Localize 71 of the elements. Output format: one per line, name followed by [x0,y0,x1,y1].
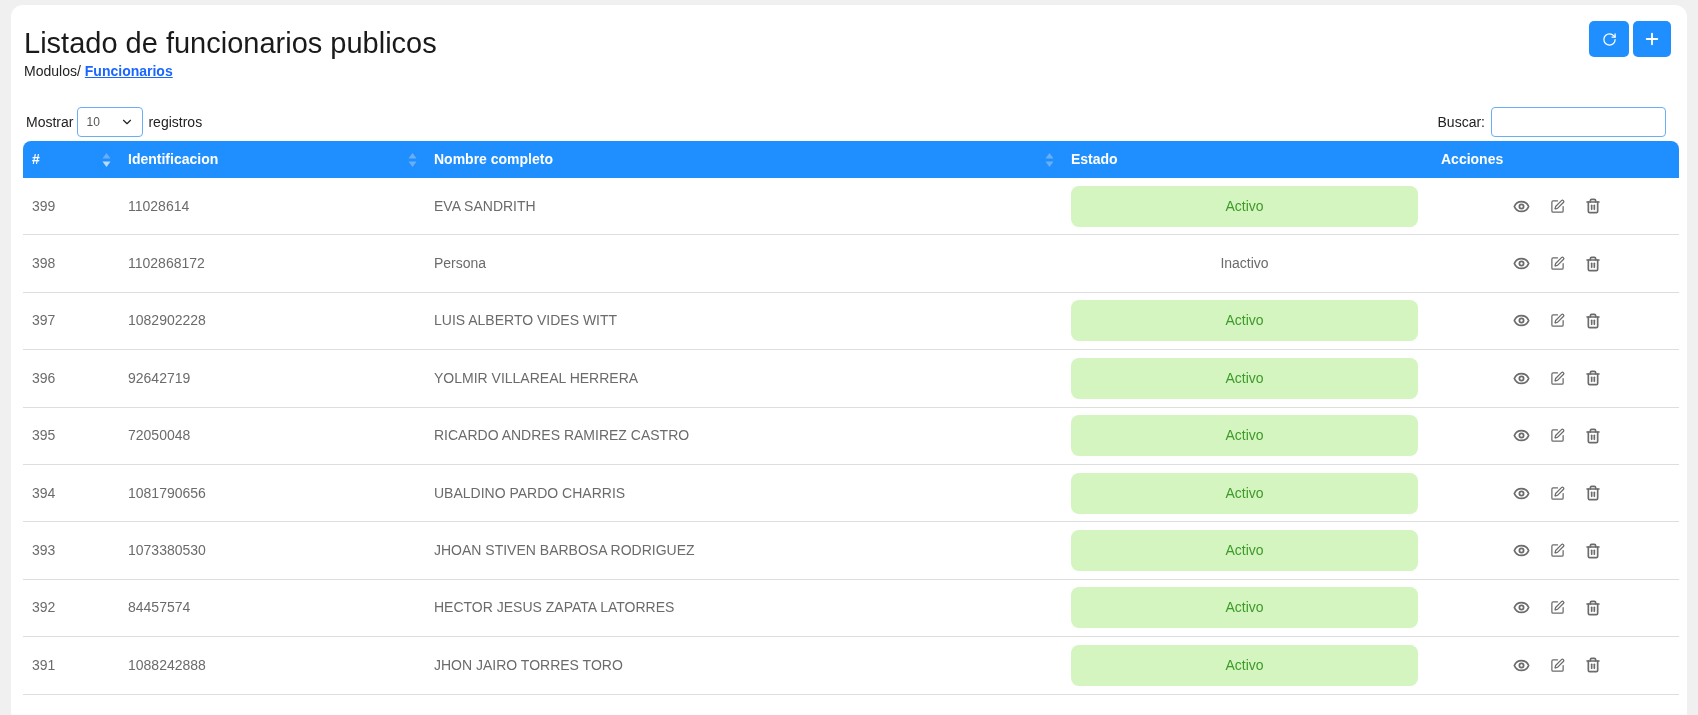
table-cell: EVA SANDRITH [434,197,536,214]
table-cell: 397 [32,312,56,329]
trash-icon[interactable] [1585,542,1601,559]
table-cell: 391 [32,656,56,673]
edit-icon[interactable] [1550,198,1565,214]
table-cell: 398 [32,255,56,272]
table-cell: YOLMIR VILLAREAL HERRERA [434,369,639,386]
page-size-select[interactable]: 10 [77,107,144,137]
table-cell: 1088242888 [128,656,206,673]
edit-icon[interactable] [1550,313,1565,329]
table-cell: 11028614 [128,197,190,214]
edit-icon[interactable] [1550,256,1565,272]
status-badge: Activo [1071,472,1418,514]
edit-icon[interactable] [1550,543,1565,559]
table-cell: LUIS ALBERTO VIDES WITT [434,312,618,329]
table-cell: 396 [32,369,56,386]
edit-icon[interactable] [1550,600,1565,616]
table-cell: UBALDINO PARDO CHARRIS [434,484,626,501]
status-badge: Activo [1071,644,1418,686]
status-text: Inactivo [1219,254,1270,274]
table-cell: JHOAN STIVEN BARBOSA RODRIGUEZ [434,542,695,559]
table-cell: RICARDO ANDRES RAMIREZ CASTRO [434,427,690,444]
records-label: registros [148,112,203,132]
table-cell: 392 [32,599,56,616]
status-badge: Activo [1071,300,1418,342]
edit-icon[interactable] [1550,657,1565,673]
edit-icon[interactable] [1550,485,1565,501]
trash-icon[interactable] [1585,370,1601,387]
status-badge: Activo [1071,185,1418,227]
trash-icon[interactable] [1585,657,1601,674]
edit-icon[interactable] [1550,428,1565,444]
search-label: Buscar: [1437,112,1485,132]
status-badge: Activo [1071,357,1418,399]
table-cell: 394 [32,484,56,501]
trash-icon[interactable] [1585,198,1601,215]
edit-icon[interactable] [1550,370,1565,386]
trash-icon[interactable] [1585,599,1601,616]
search-field[interactable] [1491,107,1666,137]
page-title: Listado de funcionarios publicos [24,26,437,61]
refresh-icon [1601,31,1617,47]
column-header[interactable]: Nombre completo [434,149,553,170]
column-header[interactable]: Identificacion [128,149,219,170]
table-cell: 1082902228 [128,312,206,329]
table-cell: 1073380530 [128,542,206,559]
trash-icon[interactable] [1585,485,1601,502]
column-header: Estado [1071,150,1118,169]
breadcrumb-link[interactable]: Funcionarios [84,61,173,82]
table-cell: 72050048 [128,427,191,444]
table-cell: HECTOR JESUS ZAPATA LATORRES [434,599,675,616]
column-header: Acciones [1441,150,1504,169]
show-label: Mostrar [26,112,74,132]
table-cell: 1081790656 [128,484,206,501]
table-cell: 84457574 [128,599,191,616]
table-cell: JHON JAIRO TORRES TORO [434,656,623,673]
add-button[interactable] [1633,21,1671,57]
status-badge: Activo [1071,530,1418,572]
table-cell: 395 [32,427,56,444]
column-header[interactable]: # [32,149,40,170]
trash-icon[interactable] [1585,312,1601,329]
table-cell: 92642719 [128,369,191,386]
refresh-button[interactable] [1589,21,1629,57]
table-cell: 1102868172 [128,255,205,272]
table-cell: 393 [32,542,56,559]
table-cell: 399 [32,197,56,214]
breadcrumb-text: Modulos/ [24,62,81,81]
trash-icon[interactable] [1585,255,1601,272]
table-cell: Persona [434,255,487,272]
status-badge: Activo [1071,587,1418,629]
plus-icon [1643,30,1661,48]
status-badge: Activo [1071,415,1418,457]
trash-icon[interactable] [1585,427,1601,444]
